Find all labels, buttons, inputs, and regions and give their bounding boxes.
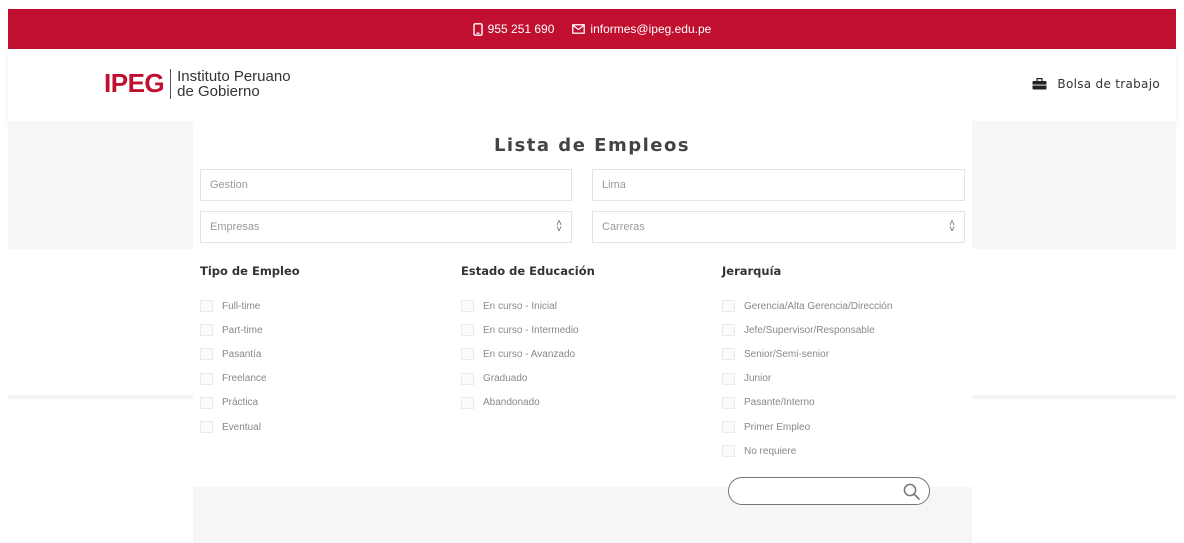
hierarchy-option[interactable]: Gerencia/Alta Gerencia/Dirección [722,294,892,318]
job-type-option[interactable]: Pasantía [200,342,300,366]
checkbox[interactable] [200,421,213,434]
job-type-option[interactable]: Full-time [200,294,300,318]
education-status-group: Estado de Educación En curso - Inicial E… [461,264,595,415]
option-label: Eventual [222,421,261,433]
education-status-title: Estado de Educación [461,264,595,278]
education-option[interactable]: En curso - Intermedio [461,318,595,342]
option-label: Práctica [222,397,259,409]
education-option[interactable]: Graduado [461,367,595,391]
phone-number: 955 251 690 [487,22,555,36]
hierarchy-option[interactable]: Senior/Semi-senior [722,342,892,366]
envelope-icon [572,24,586,34]
email-contact[interactable]: informes@ipeg.edu.pe [572,22,711,36]
hierarchy-title: Jerarquía [722,264,782,278]
checkbox[interactable] [200,324,213,337]
checkbox[interactable] [461,300,474,313]
checkbox[interactable] [722,348,735,361]
location-input[interactable]: Lima [592,169,965,201]
briefcase-icon [1032,78,1047,90]
checkbox[interactable] [722,421,735,434]
option-label: Pasantía [222,348,262,360]
education-option[interactable]: En curso - Inicial [461,294,595,318]
option-label: En curso - Avanzado [483,348,576,360]
option-label: Primer Empleo [744,421,811,433]
email-address: informes@ipeg.edu.pe [590,22,712,36]
career-select-value: Carreras [602,221,645,233]
checkbox[interactable] [461,396,474,409]
option-label: Abandonado [483,397,540,409]
checkbox[interactable] [722,372,735,385]
checkbox[interactable] [200,372,213,385]
logo-name: Instituto Peruano de Gobierno [177,69,290,99]
keyword-placeholder: Gestion [210,179,248,191]
hierarchy-option[interactable]: Pasante/Interno [722,391,892,415]
job-type-option[interactable]: Part-time [200,318,300,342]
hierarchy-option[interactable]: Primer Empleo [722,415,892,439]
company-select-value: Empresas [210,221,260,233]
option-label: Part-time [222,324,263,336]
page-title: Lista de Empleos [493,135,691,156]
checkbox[interactable] [722,396,735,409]
job-type-option[interactable]: Eventual [200,415,300,439]
phone-icon [472,22,483,36]
logo-acronym: IPEG [104,68,165,98]
hierarchy-option[interactable]: Jefe/Supervisor/Responsable [722,318,892,342]
ipeg-logo[interactable]: IPEG Instituto Peruano de Gobierno [104,68,291,99]
hierarchy-group: Jerarquía Gerencia/Alta Gerencia/Direcci… [722,264,892,463]
location-placeholder: Lima [602,179,626,191]
checkbox[interactable] [722,324,735,337]
hierarchy-option[interactable]: Junior [722,367,892,391]
option-label: Pasante/Interno [744,397,815,409]
checkbox[interactable] [200,300,213,313]
updown-arrows-icon: ˄ ˅ [949,218,955,235]
checkbox[interactable] [722,300,735,313]
checkbox[interactable] [461,372,474,385]
option-label: Full-time [222,300,261,312]
option-label: En curso - Inicial [483,300,557,312]
checkbox[interactable] [200,396,213,409]
keyword-input[interactable]: Gestion [200,169,572,201]
option-label: Gerencia/Alta Gerencia/Dirección [744,300,893,312]
site-header: IPEG Instituto Peruano de Gobierno Bolsa… [8,49,1176,121]
checkbox[interactable] [200,348,213,361]
job-type-option[interactable]: Freelance [200,367,300,391]
option-label: Freelance [222,373,267,385]
option-label: Graduado [483,373,528,385]
job-type-option[interactable]: Práctica [200,391,300,415]
option-label: Junior [744,373,772,385]
updown-arrows-icon: ˄ ˅ [556,218,562,235]
top-contact-bar: 955 251 690 informes@ipeg.edu.pe [8,9,1176,49]
company-select[interactable]: Empresas ˄ ˅ [200,211,572,243]
jobs-board-link[interactable]: Bolsa de trabajo [1032,77,1160,91]
education-option[interactable]: En curso - Avanzado [461,342,595,366]
jobs-board-label: Bolsa de trabajo [1057,77,1160,91]
checkbox[interactable] [722,445,735,458]
hierarchy-option[interactable]: No requiere [722,439,892,463]
logo-name-line1: Instituto Peruano [177,67,291,85]
option-label: Senior/Semi-senior [744,348,830,360]
career-select[interactable]: Carreras ˄ ˅ [592,211,965,243]
option-label: En curso - Intermedio [483,324,579,336]
job-type-title: Tipo de Empleo [200,264,300,278]
checkbox[interactable] [461,348,474,361]
logo-name-line2: de Gobierno [177,82,260,100]
option-label: No requiere [744,445,797,457]
education-option[interactable]: Abandonado [461,391,595,415]
checkbox[interactable] [461,324,474,337]
search-icon[interactable] [903,483,920,500]
option-label: Jefe/Supervisor/Responsable [744,324,875,336]
logo-divider [170,68,172,99]
job-type-group: Tipo de Empleo Full-time Part-time Pasan… [200,264,300,439]
phone-contact[interactable]: 955 251 690 [472,22,555,36]
search-input[interactable] [728,477,930,505]
